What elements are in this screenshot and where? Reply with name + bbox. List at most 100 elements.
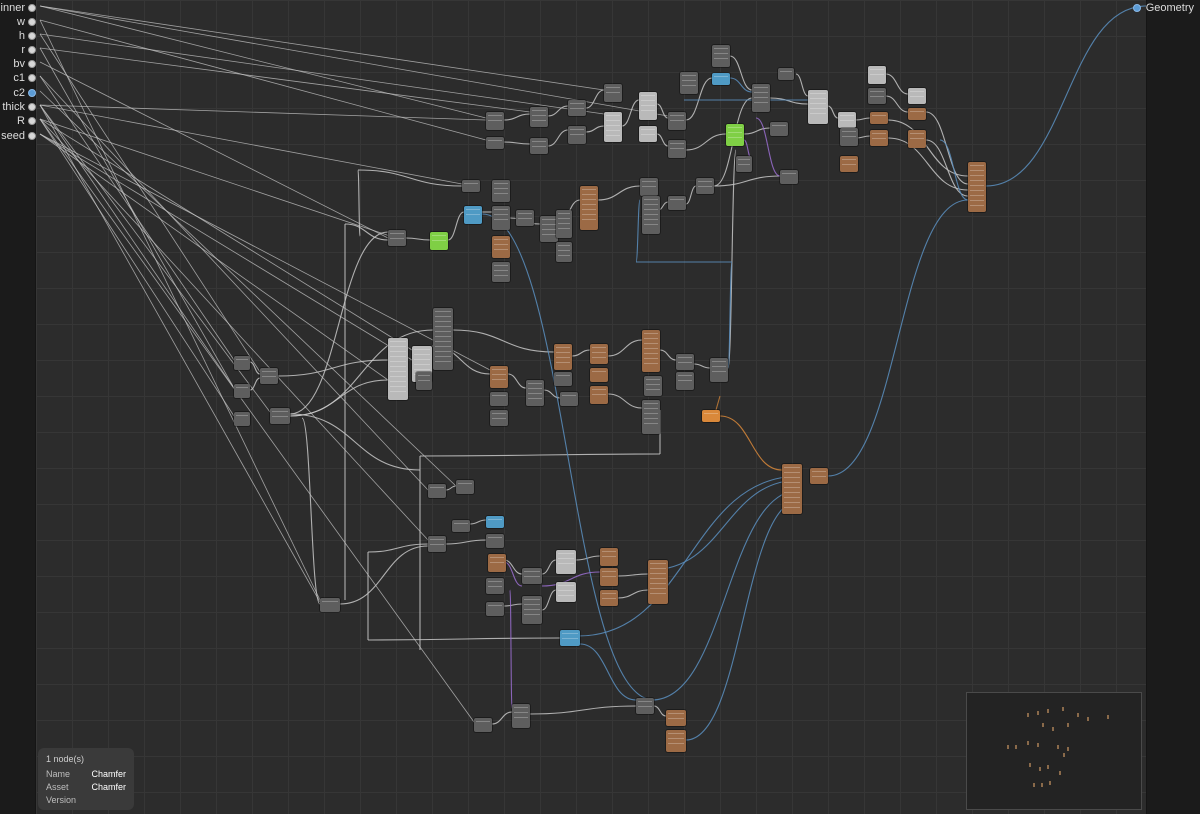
graph-node[interactable]: [388, 230, 406, 246]
graph-node[interactable]: [554, 344, 572, 370]
input-port-seed[interactable]: seed: [0, 129, 36, 143]
graph-node[interactable]: [530, 107, 548, 127]
input-port-w[interactable]: w: [0, 15, 36, 29]
graph-node[interactable]: [736, 156, 752, 172]
graph-node[interactable]: [908, 108, 926, 120]
graph-node[interactable]: [433, 308, 453, 370]
graph-node[interactable]: [666, 710, 686, 726]
graph-node[interactable]: [642, 196, 660, 234]
input-port-r[interactable]: r: [0, 43, 36, 57]
graph-node[interactable]: [604, 84, 622, 102]
graph-node[interactable]: [590, 344, 608, 364]
graph-node[interactable]: [770, 122, 788, 136]
graph-node[interactable]: [676, 372, 694, 390]
graph-node[interactable]: [452, 520, 470, 532]
graph-node[interactable]: [234, 384, 250, 398]
graph-node[interactable]: [676, 354, 694, 370]
socket-icon[interactable]: [28, 18, 36, 26]
graph-node[interactable]: [680, 72, 698, 94]
graph-node[interactable]: [464, 206, 482, 224]
input-port-h[interactable]: h: [0, 29, 36, 43]
graph-node[interactable]: [488, 554, 506, 572]
graph-node[interactable]: [556, 210, 572, 238]
graph-node[interactable]: [456, 480, 474, 494]
graph-node[interactable]: [868, 66, 886, 84]
socket-icon[interactable]: [28, 4, 36, 12]
graph-node[interactable]: [870, 112, 888, 124]
graph-node[interactable]: [388, 338, 408, 400]
graph-node[interactable]: [908, 88, 926, 104]
graph-node[interactable]: [808, 90, 828, 124]
graph-node[interactable]: [668, 140, 686, 158]
graph-node[interactable]: [968, 162, 986, 212]
graph-node[interactable]: [492, 180, 510, 202]
graph-node[interactable]: [600, 590, 618, 606]
graph-node[interactable]: [668, 196, 686, 210]
graph-node[interactable]: [560, 630, 580, 646]
graph-node[interactable]: [560, 392, 578, 406]
graph-node[interactable]: [430, 232, 448, 250]
socket-icon[interactable]: [28, 117, 36, 125]
graph-node[interactable]: [516, 210, 534, 226]
graph-node[interactable]: [590, 386, 608, 404]
socket-icon[interactable]: [1132, 4, 1141, 12]
graph-node[interactable]: [234, 412, 250, 426]
graph-node[interactable]: [668, 112, 686, 130]
graph-node[interactable]: [486, 112, 504, 130]
graph-node[interactable]: [486, 602, 504, 616]
graph-node[interactable]: [636, 698, 654, 714]
socket-icon[interactable]: [28, 89, 36, 97]
minimap[interactable]: [966, 692, 1142, 810]
input-port-R[interactable]: R: [0, 114, 36, 128]
input-port-thick[interactable]: thick: [0, 100, 36, 114]
graph-node[interactable]: [522, 568, 542, 584]
graph-node[interactable]: [556, 550, 576, 574]
graph-node[interactable]: [490, 410, 508, 426]
graph-node[interactable]: [642, 330, 660, 372]
graph-node[interactable]: [492, 262, 510, 282]
graph-node[interactable]: [780, 170, 798, 184]
graph-node[interactable]: [486, 137, 504, 149]
graph-node[interactable]: [530, 138, 548, 154]
graph-node[interactable]: [604, 112, 622, 142]
graph-node[interactable]: [580, 186, 598, 230]
input-port-c1[interactable]: c1: [0, 71, 36, 85]
graph-node[interactable]: [234, 356, 250, 370]
graph-node[interactable]: [666, 730, 686, 752]
socket-icon[interactable]: [28, 46, 36, 54]
graph-node[interactable]: [778, 68, 794, 80]
graph-node[interactable]: [556, 582, 576, 602]
graph-node[interactable]: [474, 718, 492, 732]
graph-node[interactable]: [462, 180, 480, 192]
graph-node[interactable]: [712, 45, 730, 67]
graph-node[interactable]: [486, 516, 504, 528]
graph-node[interactable]: [270, 408, 290, 424]
graph-node[interactable]: [428, 536, 446, 552]
graph-node[interactable]: [416, 372, 432, 390]
socket-icon[interactable]: [28, 132, 36, 140]
graph-node[interactable]: [710, 358, 728, 382]
graph-node[interactable]: [428, 484, 446, 498]
graph-node[interactable]: [590, 368, 608, 382]
input-port-bv[interactable]: bv: [0, 57, 36, 71]
socket-icon[interactable]: [28, 74, 36, 82]
graph-node[interactable]: [568, 100, 586, 116]
graph-node[interactable]: [568, 126, 586, 144]
output-port-geometry[interactable]: Geometry: [1132, 2, 1194, 14]
graph-node[interactable]: [640, 178, 658, 196]
graph-node[interactable]: [696, 178, 714, 194]
socket-icon[interactable]: [28, 32, 36, 40]
graph-node[interactable]: [810, 468, 828, 484]
graph-node[interactable]: [556, 242, 572, 262]
graph-node[interactable]: [648, 560, 668, 604]
graph-node[interactable]: [600, 548, 618, 566]
graph-node[interactable]: [726, 124, 744, 146]
graph-node[interactable]: [600, 568, 618, 586]
graph-node[interactable]: [486, 578, 504, 594]
graph-node[interactable]: [752, 84, 770, 112]
graph-node[interactable]: [840, 156, 858, 172]
graph-node[interactable]: [492, 236, 510, 258]
graph-node[interactable]: [639, 126, 657, 142]
graph-node[interactable]: [490, 366, 508, 388]
graph-node[interactable]: [486, 534, 504, 548]
